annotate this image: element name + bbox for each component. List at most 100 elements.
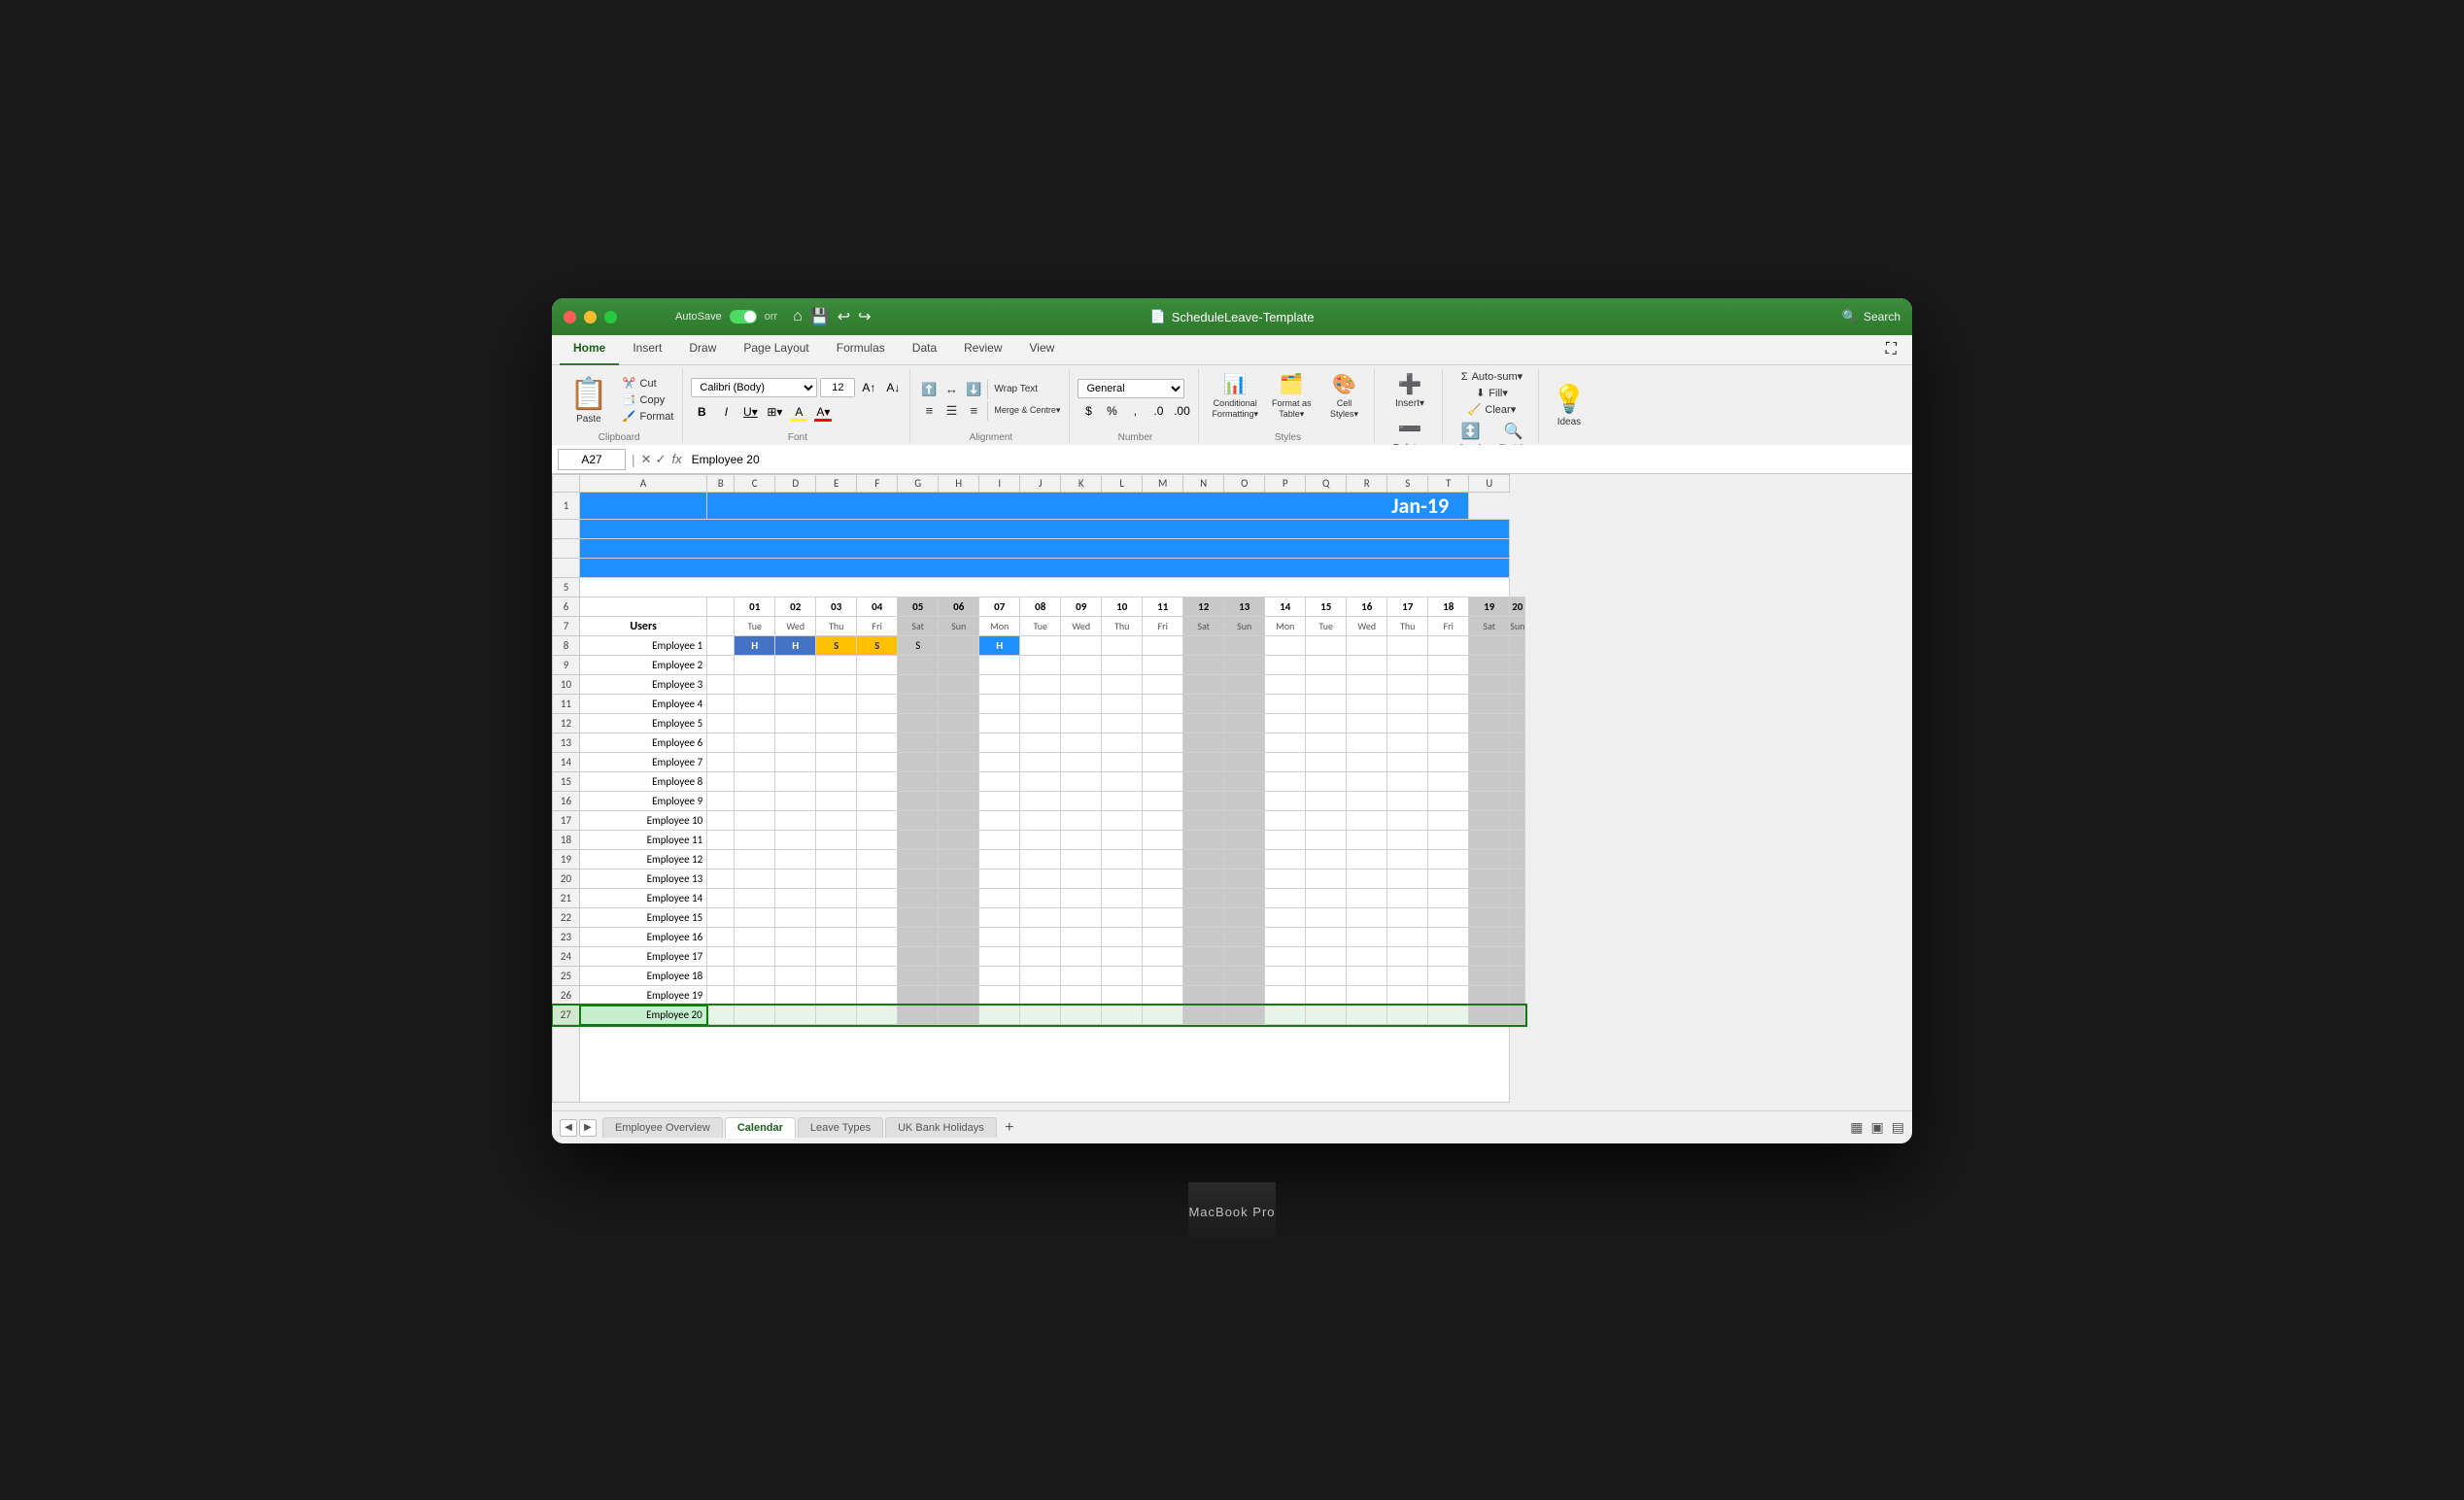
cell-day-tue1[interactable]: Tue — [735, 617, 775, 636]
cell-A9[interactable]: Employee 2 — [580, 656, 707, 675]
sheet-nav-left[interactable]: ◀ — [560, 1119, 577, 1137]
format-as-table-button[interactable]: 🗂️ Format asTable▾ — [1267, 369, 1317, 423]
cancel-formula-icon[interactable]: ✕ — [641, 452, 652, 467]
add-sheet-button[interactable]: + — [999, 1117, 1020, 1139]
view-break-icon[interactable]: ▤ — [1892, 1119, 1904, 1136]
underline-button[interactable]: U▾ — [739, 401, 761, 423]
col-header-I[interactable]: I — [979, 475, 1020, 493]
tab-view[interactable]: View — [1016, 335, 1069, 365]
cell-day-mon2[interactable]: Mon — [1265, 617, 1306, 636]
cell-V8[interactable] — [1510, 636, 1525, 656]
cell-date-10[interactable]: 10 — [1102, 597, 1143, 617]
paste-button[interactable]: 📋 Paste — [562, 373, 616, 426]
clear-button[interactable]: 🧹 Clear▾ — [1465, 402, 1520, 417]
sheet-tab-uk-bank-holidays[interactable]: UK Bank Holidays — [885, 1117, 997, 1138]
cell-R8[interactable] — [1347, 636, 1387, 656]
cell-B8[interactable] — [707, 636, 735, 656]
fill-button[interactable]: ⬇ Fill▾ — [1473, 386, 1511, 400]
tab-page-layout[interactable]: Page Layout — [730, 335, 822, 365]
cell-day-wed3[interactable]: Wed — [1347, 617, 1387, 636]
tab-data[interactable]: Data — [899, 335, 950, 365]
cell-date-03[interactable]: 03 — [816, 597, 857, 617]
cell-date-15[interactable]: 15 — [1306, 597, 1347, 617]
cell-date-13[interactable]: 13 — [1224, 597, 1265, 617]
align-center-button[interactable]: ☰ — [941, 401, 962, 421]
cell-day-tue3[interactable]: Tue — [1306, 617, 1347, 636]
col-header-R[interactable]: R — [1347, 475, 1387, 493]
col-header-E[interactable]: E — [816, 475, 857, 493]
cell-date-05[interactable]: 05 — [898, 597, 939, 617]
cell-date-19[interactable]: 19 — [1469, 597, 1510, 617]
col-header-G[interactable]: G — [898, 475, 939, 493]
col-header-L[interactable]: L — [1102, 475, 1143, 493]
cell-A1[interactable]: ScheduleLeave.com — [580, 493, 707, 520]
view-layout-icon[interactable]: ▣ — [1871, 1119, 1884, 1136]
italic-button[interactable]: I — [715, 401, 736, 423]
spreadsheet-area[interactable]: A B C D E F G H I J K L M N O — [552, 474, 1912, 1110]
col-header-B[interactable]: B — [707, 475, 735, 493]
number-format-select[interactable]: General — [1078, 379, 1184, 398]
font-size-input[interactable] — [820, 378, 855, 397]
cell-Q8[interactable] — [1306, 636, 1347, 656]
cell-day-fri1[interactable]: Fri — [857, 617, 898, 636]
cell-A8[interactable]: Employee 1 — [580, 636, 707, 656]
formula-input[interactable] — [688, 452, 1906, 467]
cell-I8-H[interactable]: H — [979, 636, 1020, 656]
wrap-text-button[interactable]: Wrap Text — [991, 380, 1041, 399]
cell-day-thu2[interactable]: Thu — [1102, 617, 1143, 636]
cell-date-11[interactable]: 11 — [1143, 597, 1183, 617]
cell-day-thu3[interactable]: Thu — [1387, 617, 1428, 636]
cell-date-16[interactable]: 16 — [1347, 597, 1387, 617]
bold-button[interactable]: B — [691, 401, 712, 423]
search-icon[interactable]: 🔍 — [1842, 309, 1858, 324]
cell-day-wed2[interactable]: Wed — [1061, 617, 1102, 636]
cell-date-20[interactable]: 20 — [1510, 597, 1525, 617]
tab-insert[interactable]: Insert — [619, 335, 675, 365]
insert-cells-button[interactable]: ➕ Insert▾ — [1383, 369, 1436, 412]
col-header-J[interactable]: J — [1020, 475, 1061, 493]
cell-day-sat3[interactable]: Sat — [1469, 617, 1510, 636]
tab-draw[interactable]: Draw — [675, 335, 730, 365]
cell-day-thu1[interactable]: Thu — [816, 617, 857, 636]
cell-reference-input[interactable] — [558, 449, 626, 470]
cell-day-fri3[interactable]: Fri — [1428, 617, 1469, 636]
autosum-button[interactable]: Σ Auto-sum▾ — [1458, 369, 1525, 384]
maximize-button[interactable] — [604, 311, 617, 324]
cell-date-17[interactable]: 17 — [1387, 597, 1428, 617]
minimize-button[interactable] — [584, 311, 597, 324]
cell-day-sat2[interactable]: Sat — [1183, 617, 1224, 636]
cell-H8-sun[interactable] — [939, 636, 979, 656]
cell-date-02[interactable]: 02 — [775, 597, 816, 617]
comma-button[interactable]: , — [1124, 400, 1146, 422]
align-top-button[interactable]: ⬆️ — [918, 380, 940, 399]
cell-date-04[interactable]: 04 — [857, 597, 898, 617]
percent-button[interactable]: % — [1101, 400, 1122, 422]
col-header-U[interactable]: U — [1469, 475, 1510, 493]
tab-home[interactable]: Home — [560, 335, 619, 365]
cell-A7[interactable]: Users — [580, 617, 707, 636]
cell-styles-button[interactable]: 🎨 CellStyles▾ — [1319, 369, 1368, 423]
cell-G8-sat[interactable]: S — [898, 636, 939, 656]
cell-date-07[interactable]: 07 — [979, 597, 1020, 617]
cell-L8[interactable] — [1102, 636, 1143, 656]
cell-O8[interactable] — [1224, 636, 1265, 656]
cell-day-sat1[interactable]: Sat — [898, 617, 939, 636]
cell-row5[interactable] — [580, 578, 1510, 597]
fill-color-button[interactable]: A — [788, 401, 809, 423]
align-bottom-button[interactable]: ⬇️ — [963, 380, 984, 399]
cell-date-18[interactable]: 18 — [1428, 597, 1469, 617]
cell-N8[interactable] — [1183, 636, 1224, 656]
align-right-button[interactable]: ≡ — [963, 401, 984, 421]
align-middle-button[interactable]: ↔ — [941, 380, 962, 399]
cell-A27-selected[interactable]: Employee 20 — [580, 1006, 707, 1025]
cell-B1[interactable]: Jan-19 — [707, 493, 1469, 520]
view-normal-icon[interactable]: ▦ — [1850, 1119, 1863, 1136]
cell-T8[interactable] — [1428, 636, 1469, 656]
cell-M8[interactable] — [1143, 636, 1183, 656]
ribbon-expand-icon[interactable]: ⛶ — [1878, 335, 1904, 364]
search-label[interactable]: Search — [1864, 310, 1900, 324]
col-header-A[interactable]: A — [580, 475, 707, 493]
tab-review[interactable]: Review — [950, 335, 1015, 365]
col-header-H[interactable]: H — [939, 475, 979, 493]
cell-U8[interactable] — [1469, 636, 1510, 656]
